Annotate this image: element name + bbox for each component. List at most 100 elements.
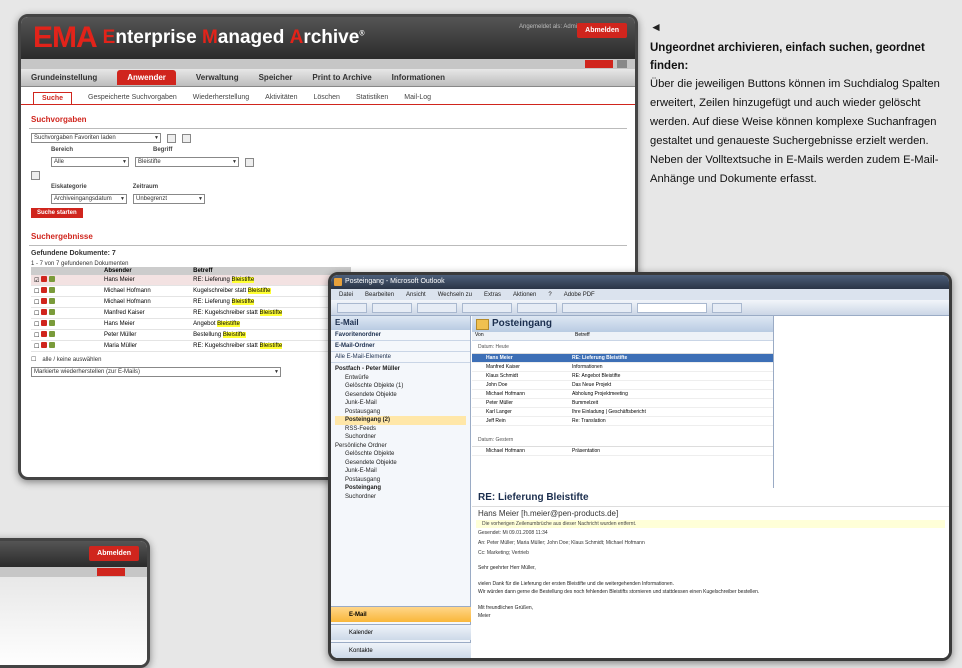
send-receive-button[interactable] — [562, 302, 632, 313]
alle-elemente[interactable]: Alle E-Mail-Elemente — [331, 352, 470, 363]
mail-row[interactable]: Michael Hofmann Präsentation — [472, 447, 773, 456]
menu-help[interactable]: ? — [548, 292, 551, 298]
pane-title: E-Mail — [331, 316, 470, 330]
nav-anwender[interactable]: Anwender — [117, 70, 176, 85]
article-text: ◄ Ungeordnet archivieren, einfach suchen… — [650, 18, 950, 189]
search-box[interactable] — [585, 60, 613, 68]
table-row[interactable]: ☑ Hans Meier RE: Lieferung Bleistifte — [31, 275, 351, 286]
delete-icon[interactable] — [182, 133, 191, 143]
folder-item[interactable]: Posteingang (2) — [335, 416, 466, 425]
tab-loeschen[interactable]: Löschen — [313, 94, 339, 101]
more-icon[interactable] — [245, 157, 254, 167]
tab-wiederherstellung[interactable]: Wiederherstellung — [193, 94, 249, 101]
menu-wechseln[interactable]: Wechseln zu — [438, 292, 472, 298]
navigation-pane: E-Mail Favoritenordner E-Mail-Ordner All… — [331, 316, 471, 658]
mail-row[interactable]: Peter Müller Bummelzeit — [472, 399, 773, 408]
nav-mail[interactable]: E-Mail — [331, 606, 471, 622]
suchvorgaben-select[interactable]: Suchvorgaben Favoriten laden — [31, 133, 161, 143]
nav-speicher[interactable]: Speicher — [259, 73, 293, 82]
table-row[interactable]: ☐ Michael Hofmann RE: Lieferung Bleistift… — [31, 296, 351, 308]
mail-row[interactable]: Hans Meier RE: Lieferung Bleistifte — [472, 354, 773, 363]
info-bar — [21, 59, 635, 69]
folder-item[interactable]: Gesendete Objekte — [335, 391, 466, 400]
nav-informationen[interactable]: Informationen — [392, 73, 445, 82]
col-absender[interactable]: Absender — [101, 267, 191, 275]
nav-print-to-archive[interactable]: Print to Archive — [312, 73, 371, 82]
nav-grundeinstellung[interactable]: Grundeinstellung — [31, 73, 97, 82]
search-box-secondary[interactable] — [97, 568, 125, 576]
mail-row[interactable]: John Doe Das Neue Projekt — [472, 381, 773, 390]
suchvorgaben-title: Suchvorgaben — [31, 115, 87, 124]
folder-item[interactable]: Postfach - Peter Müller — [335, 365, 466, 374]
table-row[interactable]: ☐ Hans Meier Angebot Bleistifte — [31, 318, 351, 330]
reply-all-button[interactable] — [417, 302, 457, 313]
categorize-button[interactable] — [517, 302, 557, 313]
logout-button-secondary[interactable]: Abmelden — [89, 546, 139, 561]
begriff-input[interactable]: Bleistifte — [135, 157, 239, 167]
menu-aktionen[interactable]: Aktionen — [513, 292, 536, 298]
logout-button[interactable]: Abmelden — [577, 23, 627, 38]
bereich-label: Bereich — [51, 147, 74, 153]
folder-item[interactable]: RSS-Feeds — [335, 425, 466, 434]
search-button[interactable]: Suche starten — [31, 208, 83, 218]
col-betreff[interactable]: Betreff — [190, 267, 351, 275]
table-row[interactable]: ☐ Manfred Kaiser RE: Kugelschreiber statt… — [31, 307, 351, 319]
reply-button[interactable] — [372, 302, 412, 313]
forward-button[interactable] — [462, 302, 512, 313]
go-icon[interactable] — [617, 60, 627, 68]
contact-search-input[interactable] — [637, 302, 707, 313]
tab-mail-log[interactable]: Mail-Log — [404, 94, 431, 101]
nav-kalender[interactable]: Kalender — [331, 624, 471, 640]
col-von[interactable]: Von — [472, 332, 572, 340]
read-info-bar[interactable]: Die vorherigen Zeilenumbrüche aus dieser… — [476, 520, 945, 528]
nav-verwaltung[interactable]: Verwaltung — [196, 73, 239, 82]
help-button[interactable] — [712, 302, 742, 313]
table-row[interactable]: ☐ Maria Müller RE: Kugelschreiber statt B… — [31, 340, 351, 352]
mail-row[interactable]: Klaus Schmidt RE: Angebot Bleistifte — [472, 372, 773, 381]
folder-item[interactable]: Suchordner — [335, 433, 466, 442]
mail-row[interactable]: Michael Hofmann Abholung Projektmeeting — [472, 390, 773, 399]
menu-adobe-pdf[interactable]: Adobe PDF — [564, 292, 595, 298]
menu-datei[interactable]: Datei — [339, 292, 353, 298]
results-title: Suchergebnisse — [31, 232, 93, 241]
menu-extras[interactable]: Extras — [484, 292, 501, 298]
menu-ansicht[interactable]: Ansicht — [406, 292, 426, 298]
folder-item[interactable]: Postausgang — [335, 408, 466, 417]
save-icon[interactable] — [167, 133, 176, 143]
email-ordner-header[interactable]: E-Mail-Ordner — [331, 341, 470, 352]
folder-item[interactable]: Gelöschte Objekte (1) — [335, 382, 466, 391]
folder-item[interactable]: Persönliche Ordner — [335, 442, 466, 451]
action-select[interactable]: Markierte wiederherstellen (zur E-Mails) — [31, 367, 281, 377]
new-button[interactable] — [337, 302, 367, 313]
folder-item[interactable]: Postausgang — [335, 476, 466, 485]
mail-row[interactable]: Manfred Kaiser Informationen — [472, 363, 773, 372]
folder-item[interactable]: Junk-E-Mail — [335, 467, 466, 476]
tab-suche[interactable]: Suche — [33, 91, 73, 104]
menu-bearbeiten[interactable]: Bearbeiten — [365, 292, 394, 298]
mail-row[interactable]: Jeff Rein Re: Translation — [472, 417, 773, 426]
add-row-icon[interactable] — [31, 171, 40, 180]
tab-aktivitaeten[interactable]: Aktivitäten — [265, 94, 297, 101]
bereich-select[interactable]: Alle — [51, 157, 129, 167]
table-row[interactable]: ☐ Michael Hofmann Kugelschreiber statt Bl… — [31, 285, 351, 297]
tab-gespeicherte[interactable]: Gespeicherte Suchvorgaben — [88, 94, 177, 101]
col-betreff-ol[interactable]: Betreff — [572, 332, 590, 340]
folder-item[interactable]: Suchordner — [335, 493, 466, 502]
zeitraum-label: Zeitraum — [132, 184, 159, 190]
tab-statistiken[interactable]: Statistiken — [356, 94, 388, 101]
eingang-select[interactable]: Archiveingangsdatum — [51, 194, 127, 204]
ema-brand: Enterprise Managed Archive® — [102, 27, 365, 48]
sub-nav: Suche Gespeicherte Suchvorgaben Wiederhe… — [21, 91, 635, 105]
mail-row[interactable]: Karl Langer Ihre Einladung | Geschäftsber… — [472, 408, 773, 417]
folder-item[interactable]: Gelöschte Objekte — [335, 450, 466, 459]
favoriten-header[interactable]: Favoritenordner — [331, 330, 470, 341]
folder-item[interactable]: Entwürfe — [335, 374, 466, 383]
table-row[interactable]: ☐ Peter Müller Bestellung Bleistifte — [31, 329, 351, 341]
outlook-title: Posteingang - Microsoft Outlook — [331, 275, 949, 289]
folder-item[interactable]: Gesendete Objekte — [335, 459, 466, 468]
folder-item[interactable]: Junk-E-Mail — [335, 399, 466, 408]
zeitraum-select[interactable]: Unbegrenzt — [133, 194, 205, 204]
folder-item[interactable]: Posteingang — [335, 484, 466, 493]
nav-kontakte[interactable]: Kontakte — [331, 642, 471, 658]
read-sent: Gesendet: Mi 09.01.2008 11:34 — [478, 530, 548, 536]
